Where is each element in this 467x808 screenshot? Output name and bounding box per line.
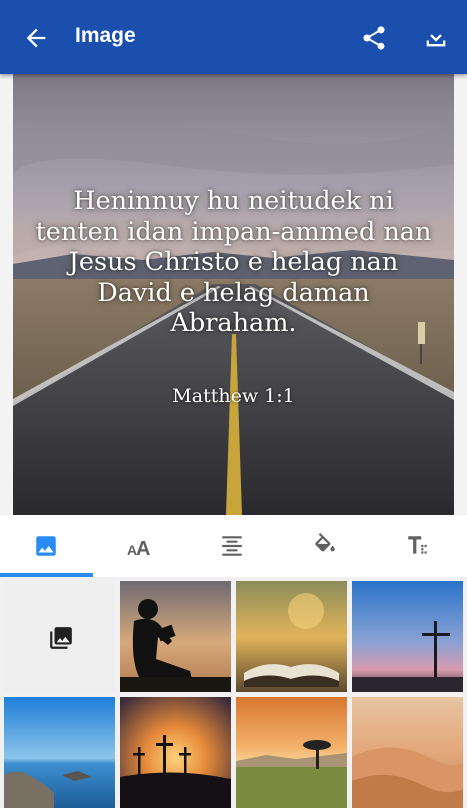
thumbnail-three-crosses-sunset[interactable] bbox=[120, 697, 231, 808]
tab-background-image[interactable] bbox=[0, 515, 93, 577]
editor-tab-bar: A A bbox=[0, 515, 467, 577]
verse-reference[interactable]: Matthew 1:1 bbox=[33, 385, 434, 407]
page-title: Image bbox=[75, 24, 136, 47]
app-bar: Image bbox=[0, 0, 467, 74]
font-size-icon: A A bbox=[127, 538, 150, 559]
arrow-left-icon[interactable] bbox=[22, 24, 50, 52]
verse-text[interactable]: Heninnuy hu neitudek ni tenten idan impa… bbox=[33, 186, 434, 339]
svg-text:A: A bbox=[136, 538, 150, 559]
thumbnail-savanna-tree-sunset[interactable] bbox=[236, 697, 347, 808]
share-icon[interactable] bbox=[360, 24, 388, 52]
download-icon[interactable] bbox=[422, 23, 450, 51]
thumbnail-open-bible-sunset[interactable] bbox=[236, 581, 347, 692]
tab-color[interactable] bbox=[279, 515, 372, 577]
thumbnail-rocky-coast-sea[interactable] bbox=[4, 697, 115, 808]
image-icon bbox=[36, 536, 56, 556]
photo-library-icon bbox=[50, 627, 72, 649]
tab-alignment[interactable] bbox=[186, 515, 279, 577]
align-center-icon bbox=[222, 536, 242, 556]
thumbnail-cross-dusk[interactable] bbox=[352, 581, 463, 692]
thumbnail-reading-silhouette[interactable] bbox=[120, 581, 231, 692]
pick-from-gallery-button[interactable] bbox=[4, 581, 115, 692]
paint-bucket-icon bbox=[315, 533, 335, 552]
thumbnail-desert-dunes[interactable] bbox=[352, 697, 463, 808]
verse-image-preview: Heninnuy hu neitudek ni tenten idan impa… bbox=[13, 74, 454, 515]
text-format-icon bbox=[408, 536, 427, 554]
tab-font[interactable]: A A bbox=[93, 515, 186, 577]
tab-text-style[interactable] bbox=[372, 515, 465, 577]
